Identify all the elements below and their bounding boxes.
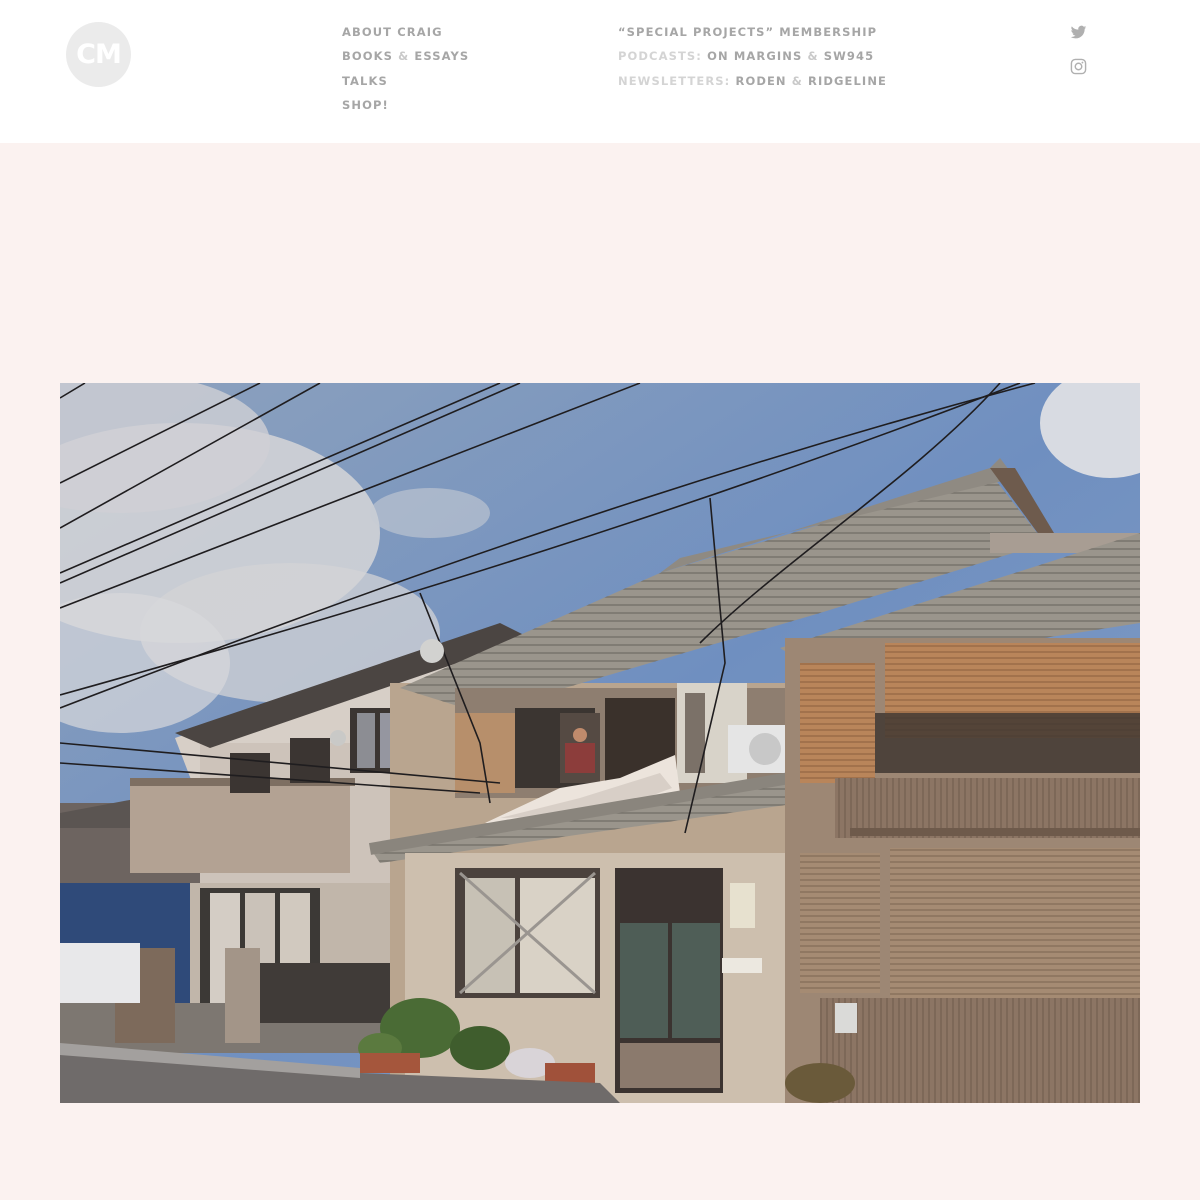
- logo-text: CM: [76, 39, 122, 70]
- ampersand: &: [398, 49, 410, 64]
- nav-podcasts: Podcasts: On Margins & SW945: [618, 48, 887, 72]
- nav-essays-link[interactable]: Essays: [414, 49, 469, 63]
- social-links: [1070, 24, 1087, 92]
- nav-column-secondary: “Special Projects” Membership Podcasts: …: [618, 24, 887, 97]
- nav-column-primary: About Craig Books & Essays Talks Shop!: [342, 24, 469, 121]
- nav-membership[interactable]: “Special Projects” Membership: [618, 24, 887, 48]
- hero-photo: [60, 383, 1140, 1103]
- nav-about-craig-link[interactable]: About Craig: [342, 25, 443, 39]
- newsletters-label: Newsletters:: [618, 73, 731, 88]
- site-logo[interactable]: CM: [66, 22, 131, 87]
- ampersand: &: [791, 73, 803, 88]
- nav-shop-link[interactable]: Shop!: [342, 98, 389, 112]
- instagram-icon[interactable]: [1070, 58, 1087, 75]
- nav-books-link[interactable]: Books: [342, 49, 393, 63]
- ampersand: &: [807, 49, 819, 64]
- nav-on-margins-link[interactable]: On Margins: [707, 49, 802, 63]
- nav-membership-link[interactable]: “Special Projects” Membership: [618, 25, 877, 39]
- nav-sw945-link[interactable]: SW945: [824, 49, 874, 63]
- nav-roden-link[interactable]: Roden: [736, 74, 787, 88]
- site-header: CM About Craig Books & Essays Talks Shop…: [0, 0, 1200, 143]
- nav-ridgeline-link[interactable]: Ridgeline: [808, 74, 887, 88]
- podcasts-label: Podcasts:: [618, 49, 702, 64]
- twitter-icon[interactable]: [1070, 24, 1087, 41]
- nav-shop[interactable]: Shop!: [342, 97, 469, 121]
- nav-books-essays: Books & Essays: [342, 48, 469, 72]
- nav-talks-link[interactable]: Talks: [342, 74, 388, 88]
- house-photo-image: [60, 383, 1140, 1103]
- nav-about-craig[interactable]: About Craig: [342, 24, 469, 48]
- nav-talks[interactable]: Talks: [342, 73, 469, 97]
- nav-newsletters: Newsletters: Roden & Ridgeline: [618, 73, 887, 97]
